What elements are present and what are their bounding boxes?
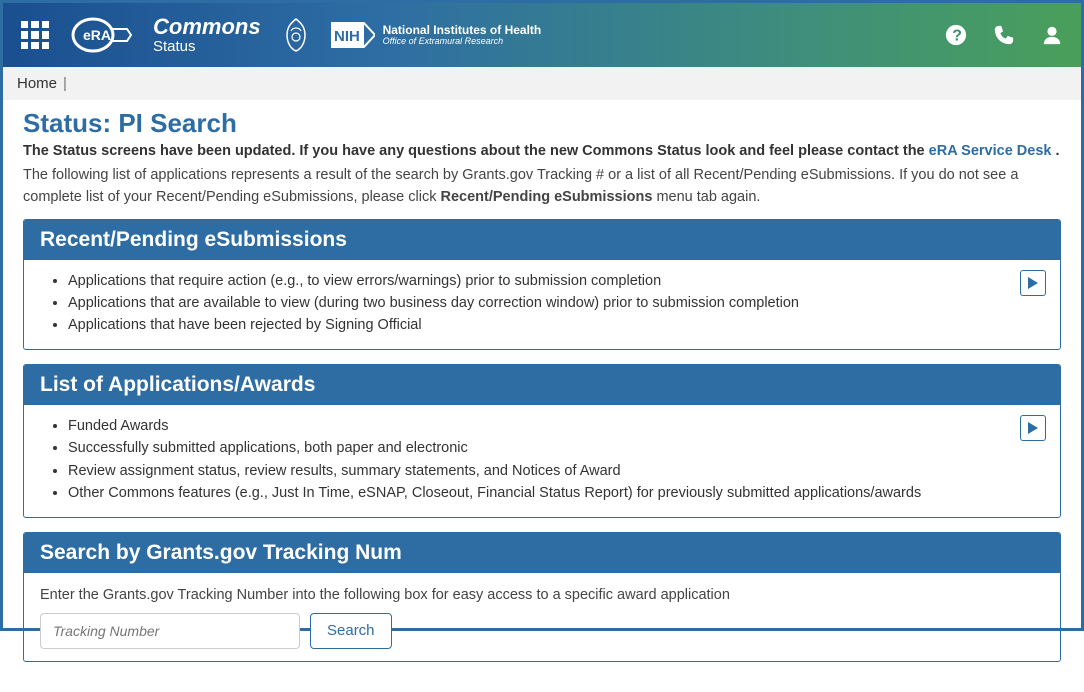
phone-icon[interactable] xyxy=(993,24,1015,46)
nih-line2: Office of Extramural Research xyxy=(383,37,542,46)
panel-recent-body: Applications that require action (e.g., … xyxy=(24,260,1060,349)
content-area: Status: PI Search The Status screens hav… xyxy=(3,100,1081,692)
notice-line: The Status screens have been updated. If… xyxy=(23,143,1061,159)
awards-list: Funded Awards Successfully submitted app… xyxy=(40,415,1044,505)
page-title: Status: PI Search xyxy=(23,108,1061,139)
panel-search-body: Enter the Grants.gov Tracking Number int… xyxy=(24,573,1060,661)
list-item: Successfully submitted applications, bot… xyxy=(68,437,1044,459)
list-item: Applications that have been rejected by … xyxy=(68,314,1044,336)
breadcrumb-separator: | xyxy=(63,75,67,92)
panel-recent-esubmissions: Recent/Pending eSubmissions Applications… xyxy=(23,219,1061,350)
brand-commons: Commons xyxy=(153,15,261,39)
list-item: Review assignment status, review results… xyxy=(68,460,1044,482)
breadcrumb: Home | xyxy=(3,67,1081,100)
nih-text: National Institutes of Health Office of … xyxy=(383,24,542,46)
era-logo-icon: eRA xyxy=(69,15,133,55)
list-item: Other Commons features (e.g., Just In Ti… xyxy=(68,482,1044,504)
svg-text:eRA: eRA xyxy=(83,27,111,43)
expand-awards-button[interactable] xyxy=(1020,415,1046,441)
top-bar: eRA Commons Status NIH National Institut… xyxy=(3,3,1081,67)
nih-line1: National Institutes of Health xyxy=(383,24,542,37)
list-item: Funded Awards xyxy=(68,415,1044,437)
breadcrumb-home[interactable]: Home xyxy=(17,75,57,92)
expand-recent-button[interactable] xyxy=(1020,270,1046,296)
top-bar-right: ? xyxy=(945,24,1063,46)
brand-status: Status xyxy=(153,39,261,56)
nih-block: NIH National Institutes of Health Office… xyxy=(331,22,542,48)
list-item: Applications that are available to view … xyxy=(68,292,1044,314)
panel-applications-awards: List of Applications/Awards Funded Award… xyxy=(23,364,1061,518)
help-icon[interactable]: ? xyxy=(945,24,967,46)
intro-bold: Recent/Pending eSubmissions xyxy=(440,189,652,205)
search-instruction: Enter the Grants.gov Tracking Number int… xyxy=(40,587,1044,603)
hhs-logo-icon xyxy=(281,17,311,53)
panel-awards-header: List of Applications/Awards xyxy=(24,365,1060,405)
list-item: Applications that require action (e.g., … xyxy=(68,270,1044,292)
panel-search-header: Search by Grants.gov Tracking Num xyxy=(24,533,1060,573)
panel-search-tracking: Search by Grants.gov Tracking Num Enter … xyxy=(23,532,1061,662)
panel-awards-body: Funded Awards Successfully submitted app… xyxy=(24,405,1060,517)
notice-suffix: . xyxy=(1055,143,1059,159)
apps-grid-icon[interactable] xyxy=(21,21,49,49)
nih-logo-icon: NIH xyxy=(331,22,375,48)
svg-text:?: ? xyxy=(952,28,962,45)
recent-list: Applications that require action (e.g., … xyxy=(40,270,1044,337)
play-icon xyxy=(1027,421,1039,435)
brand-block: Commons Status xyxy=(153,15,261,56)
user-icon[interactable] xyxy=(1041,24,1063,46)
panel-recent-header: Recent/Pending eSubmissions xyxy=(24,220,1060,260)
top-bar-left: eRA Commons Status NIH National Institut… xyxy=(21,15,541,56)
intro-part2: menu tab again. xyxy=(656,189,760,205)
play-icon xyxy=(1027,276,1039,290)
svg-text:NIH: NIH xyxy=(334,28,360,45)
notice-prefix: The Status screens have been updated. If… xyxy=(23,143,929,159)
intro-text: The following list of applications repre… xyxy=(23,165,1061,209)
service-desk-link[interactable]: eRA Service Desk xyxy=(929,143,1052,159)
